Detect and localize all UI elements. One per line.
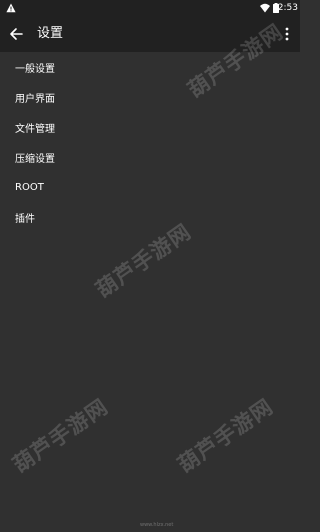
status-bar: 2:53 xyxy=(0,0,300,16)
back-button[interactable] xyxy=(6,24,26,44)
watermark: 葫芦手游网 xyxy=(8,394,113,478)
watermark: 葫芦手游网 xyxy=(173,394,278,478)
settings-item-general[interactable]: 一般设置 xyxy=(0,52,300,82)
wifi-icon xyxy=(260,3,270,13)
settings-list: 一般设置 用户界面 文件管理 压缩设置 ROOT 插件 xyxy=(0,52,300,232)
overflow-menu-button[interactable] xyxy=(280,24,294,44)
more-vert-icon xyxy=(285,27,289,41)
page-title: 设置 xyxy=(37,26,64,41)
app-bar: 设置 xyxy=(0,16,300,52)
watermark-url: www.hlzx.net xyxy=(140,522,174,528)
settings-item-root[interactable]: ROOT xyxy=(0,172,300,202)
arrow-back-icon xyxy=(10,28,23,40)
settings-item-file-management[interactable]: 文件管理 xyxy=(0,112,300,142)
settings-item-plugins[interactable]: 插件 xyxy=(0,202,300,232)
settings-item-compression[interactable]: 压缩设置 xyxy=(0,142,300,172)
settings-item-user-interface[interactable]: 用户界面 xyxy=(0,82,300,112)
warning-icon xyxy=(6,3,16,13)
status-time: 2:53 xyxy=(277,3,298,13)
settings-screen: 2:53 设置 一般设置 用户界面 文件管理 压缩设置 ROOT 插件 葫芦手游… xyxy=(0,0,300,532)
